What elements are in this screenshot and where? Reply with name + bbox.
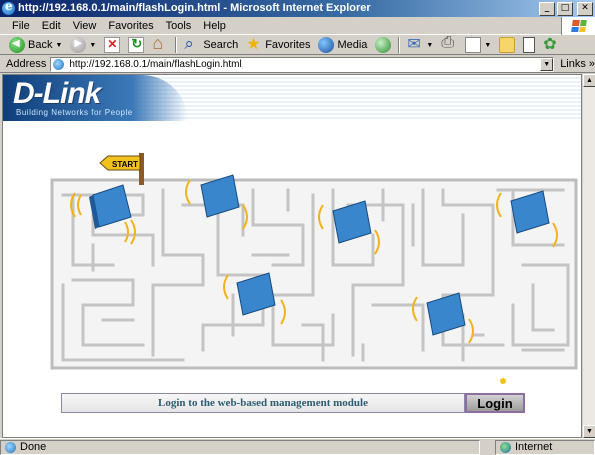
print-button[interactable] [438,34,460,54]
mail-dropdown-icon[interactable]: ▼ [426,42,433,49]
favorites-icon [246,34,262,54]
favorites-label: Favorites [265,39,311,51]
search-button[interactable]: Search [181,34,241,54]
menu-help[interactable]: Help [197,17,232,35]
page-viewport: D-Link Building Networks for People STAR… [2,74,582,438]
search-label: Search [203,39,239,51]
menu-bar: File Edit View Favorites Tools Help [0,17,595,35]
scroll-up-icon[interactable]: ▲ [583,74,595,87]
close-button[interactable]: ✕ [577,2,593,16]
refresh-icon [128,36,145,53]
msn-icon [543,34,559,54]
windows-logo [561,17,595,35]
media-label: Media [337,39,368,51]
internet-zone-icon [500,441,511,453]
toolbar-separator [398,37,401,53]
links-chevron-icon: » [588,58,595,70]
forward-icon [70,37,87,53]
maze-animation: START [50,153,578,384]
security-zone: Internet [495,439,595,455]
msn-button[interactable] [540,34,562,54]
forward-button[interactable]: ▼ [67,36,99,54]
search-icon [184,34,200,54]
toolbar: Back ▼ ▼ Search Favorites Media ▼ ▼ [0,33,595,55]
vertical-scrollbar[interactable]: ▲ ▼ [582,74,595,438]
page-done-icon [5,441,16,453]
menu-favorites[interactable]: Favorites [102,17,159,35]
address-label: Address [6,58,47,70]
address-url: http://192.168.0.1/main/flashLogin.html [69,58,242,70]
back-label: Back [28,39,53,51]
media-button[interactable]: Media [315,36,370,54]
dlink-tagline: Building Networks for People [16,108,133,117]
progress-dot [500,378,506,384]
window-title-bar[interactable]: http://192.168.0.1/main/flashLogin.html … [0,0,595,17]
menu-tools[interactable]: Tools [160,17,198,35]
home-icon [152,33,168,54]
history-button[interactable] [372,36,394,54]
address-bar: Address http://192.168.0.1/main/flashLog… [0,56,595,73]
address-dropdown-icon[interactable]: ▼ [540,57,554,71]
dlink-header: D-Link Building Networks for People [3,75,581,121]
dlink-logo: D-Link [13,77,101,110]
login-button[interactable]: Login [465,393,525,413]
print-icon [441,34,457,53]
ie-icon [2,0,15,15]
stop-icon [104,37,121,53]
back-button[interactable]: Back ▼ [6,36,65,54]
menu-view[interactable]: View [67,17,103,35]
status-bar: Done Internet [0,438,595,455]
zone-label: Internet [515,441,553,453]
menu-file[interactable]: File [6,17,36,35]
page-icon [53,58,65,70]
folder-icon [499,37,516,53]
maximize-button[interactable]: □ [557,2,573,16]
back-icon [9,37,25,53]
mail-icon [407,34,423,54]
messenger-button[interactable] [520,36,538,54]
toolbar-separator [175,37,178,53]
scroll-down-icon[interactable]: ▼ [583,425,595,438]
menu-edit[interactable]: Edit [36,17,67,35]
forward-dropdown-icon[interactable]: ▼ [89,42,96,49]
window-title: http://192.168.0.1/main/flashLogin.html … [18,2,371,14]
minimize-button[interactable]: _ [539,2,555,16]
home-button[interactable] [149,33,171,54]
stop-button[interactable] [101,36,123,54]
edit-button[interactable]: ▼ [462,36,494,54]
links-button[interactable]: Links » [560,58,595,70]
refresh-button[interactable] [125,36,147,54]
favorites-button[interactable]: Favorites [243,34,313,54]
status-text-area: Done [0,439,480,455]
svg-text:START: START [112,160,138,169]
address-input[interactable]: http://192.168.0.1/main/flashLogin.html … [50,56,555,72]
history-icon [375,37,392,53]
back-dropdown-icon[interactable]: ▼ [55,42,62,49]
mail-button[interactable]: ▼ [404,34,436,54]
login-prompt: Login to the web-based management module [61,393,465,413]
links-label: Links [560,58,586,70]
status-text: Done [20,441,47,453]
media-icon [318,37,335,53]
edit-dropdown-icon[interactable]: ▼ [484,42,491,49]
edit-icon [465,37,482,53]
folder-button[interactable] [496,36,518,54]
messenger-icon [523,37,536,53]
